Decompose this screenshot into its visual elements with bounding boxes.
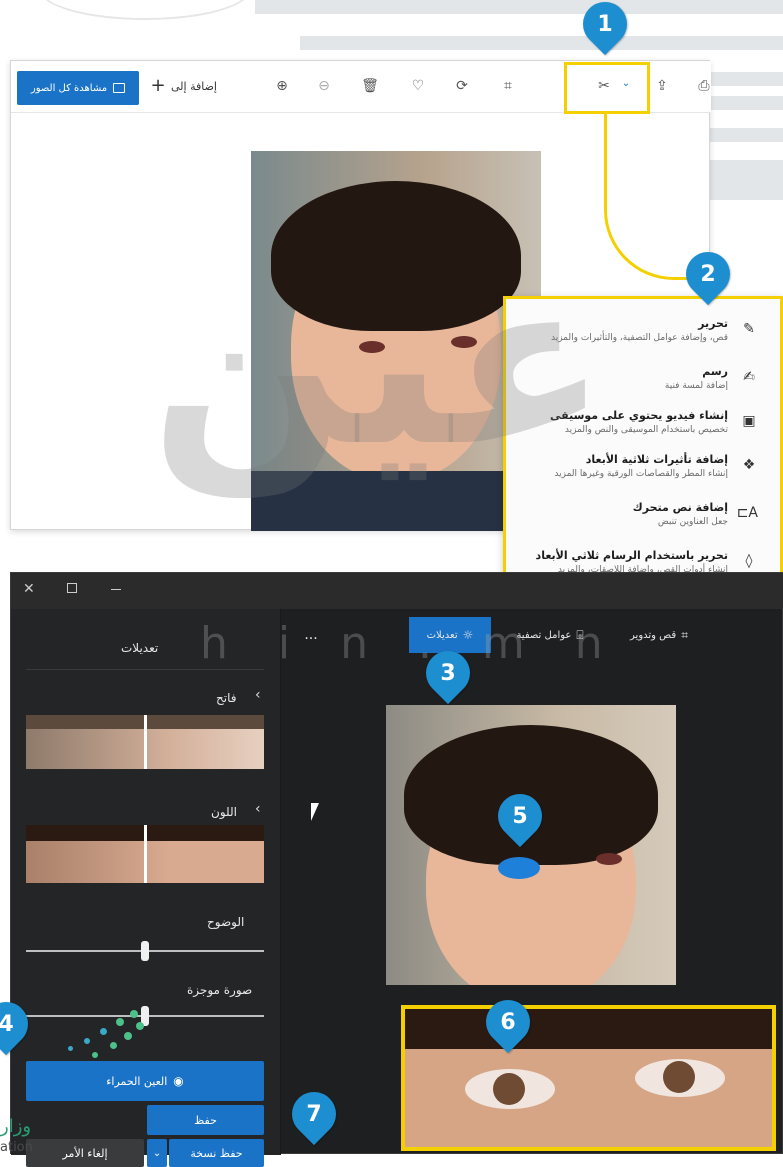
color-preview[interactable]	[26, 825, 264, 883]
chevron-left-icon: ‹	[255, 687, 261, 703]
red-eye-label: العين الحمراء	[106, 1074, 168, 1088]
view-all-photos-button[interactable]: مشاهدة كل الصور	[17, 71, 139, 105]
minimize-icon[interactable]	[111, 589, 121, 590]
mouse-cursor-icon	[311, 803, 327, 821]
step-marker-2: 2	[676, 242, 740, 306]
hair-strip	[405, 1009, 772, 1049]
plus-icon[interactable]: +	[149, 75, 167, 96]
share-icon[interactable]: ⇪	[653, 78, 671, 94]
menu-item-title: تحرير	[698, 317, 728, 330]
step-marker-3: 3	[416, 641, 480, 705]
ministry-logo-latin: ation	[0, 1140, 33, 1155]
close-icon[interactable]: ✕	[23, 581, 35, 597]
crop-icon[interactable]: ⌗	[499, 78, 517, 94]
color-label[interactable]: اللون	[211, 805, 237, 819]
edit-button-highlight	[564, 62, 650, 114]
zoom-out-icon[interactable]: ⊖	[315, 78, 333, 94]
menu-item-title: رسم	[702, 365, 728, 378]
panel-title: تعديلات	[121, 641, 159, 655]
save-button[interactable]: حفظ	[147, 1105, 264, 1135]
menu-item-title: إضافة نص متحرك	[632, 501, 728, 514]
paint3d-icon: ◊	[745, 553, 753, 569]
eye-icon: ◉	[173, 1074, 184, 1088]
red-eye-right	[596, 853, 622, 865]
maximize-icon[interactable]	[67, 583, 77, 593]
preview-divider[interactable]	[144, 715, 147, 769]
delete-icon[interactable]: 🗑	[361, 78, 379, 94]
gallery-icon	[113, 83, 126, 93]
crop-icon: ⌗	[681, 627, 688, 642]
step-marker-6: 6	[476, 990, 540, 1054]
edit-icon: ✎	[743, 321, 755, 337]
decorative-arc	[40, 0, 250, 20]
ministry-logo-text: وزار	[0, 1116, 32, 1137]
zoom-in-icon[interactable]: ⊕	[273, 78, 291, 94]
clarity-slider-knob[interactable]	[141, 941, 149, 961]
menu-item-subtitle: إضافة لمسة فنية	[664, 381, 728, 391]
header-bar	[300, 36, 783, 50]
print-icon[interactable]: ⎙	[695, 78, 713, 94]
menu-item-animated-text[interactable]: A⊐ إضافة نص متحرك جعل العناوين تنبض	[510, 497, 770, 541]
watermark-text: عين	[150, 230, 608, 497]
chevron-left-icon: ‹	[255, 801, 261, 817]
rotate-icon[interactable]: ⟳	[453, 78, 471, 94]
light-preview[interactable]	[26, 715, 264, 769]
add-to-button[interactable]: إضافة إلى	[171, 80, 217, 93]
eye-zoom-preview	[401, 1005, 776, 1151]
effects-3d-icon: ❖	[742, 457, 756, 473]
clarity-label: الوضوح	[207, 915, 245, 929]
panel-divider	[26, 669, 264, 670]
menu-item-title: تحرير باستخدام الرسام ثلاثي الأبعاد	[535, 549, 728, 562]
view-all-label: مشاهدة كل الصور	[30, 82, 108, 94]
cancel-button[interactable]: إلغاء الأمر	[26, 1139, 144, 1167]
heart-icon[interactable]: ♡	[409, 78, 427, 94]
adjustments-panel: تعديلات فاتح ‹ اللون ‹ الوضوح صورة موجزة…	[11, 609, 281, 1167]
vignette-label: صورة موجزة	[187, 983, 253, 997]
preview-divider[interactable]	[144, 825, 147, 883]
save-options-chevron[interactable]: ⌄	[147, 1139, 167, 1167]
tab-crop-rotate[interactable]: ⌗ قص وتدوير	[609, 617, 709, 653]
save-copy-button[interactable]: حفظ نسخة	[169, 1139, 264, 1167]
draw-icon: ✍	[743, 369, 755, 385]
iris-left	[493, 1073, 525, 1105]
animated-text-icon: A⊐	[736, 505, 758, 521]
edited-photo	[386, 705, 676, 985]
menu-item-subtitle: جعل العناوين تنبض	[657, 517, 728, 527]
tab-crop-rotate-label: قص وتدوير	[630, 629, 677, 641]
watermark-latin: h i n . m n	[200, 618, 621, 669]
step-marker-5: 5	[488, 784, 552, 848]
corrected-eye	[498, 857, 540, 879]
editor-titlebar: ✕	[11, 573, 783, 609]
iris-right	[663, 1061, 695, 1093]
step-marker-7: 7	[282, 1082, 346, 1146]
ministry-logo-dots	[40, 1010, 150, 1070]
header-bar	[255, 0, 783, 14]
light-label[interactable]: فاتح	[216, 691, 236, 705]
video-icon: ▣	[742, 413, 756, 429]
